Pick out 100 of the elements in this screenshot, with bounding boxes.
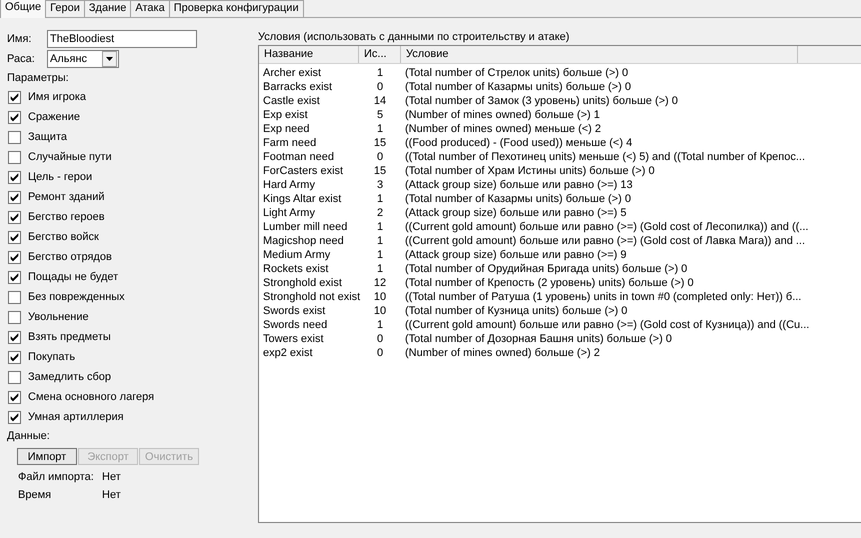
table-cell-text: Stronghold not exist (262, 290, 359, 304)
table-cell-text: 0 (376, 150, 384, 164)
checkbox-label[interactable]: Без поврежденных (28, 291, 125, 303)
table-cell-text: 0 (376, 332, 384, 346)
table-cell-text: 1 (376, 262, 384, 276)
table-cell-text: 1 (376, 248, 384, 262)
info-value: Нет (102, 489, 121, 501)
table-cell-text: Exp need (262, 122, 310, 136)
checkbox[interactable] (8, 230, 21, 244)
checkbox[interactable] (8, 330, 21, 344)
table-cell-text: (Total number of Стрелок units) больше (>) 0 (404, 66, 628, 80)
table-cell-text: 1 (376, 66, 384, 80)
table-cell-text: Hard Army (262, 178, 316, 192)
table-cell-text: 1 (376, 318, 384, 332)
table-cell-text: 1 (376, 234, 384, 248)
table-cell-text: (Attack group size) больше или равно (>=) 13 (404, 178, 633, 192)
checkbox[interactable] (8, 410, 21, 424)
tab[interactable]: Атака (130, 0, 170, 18)
column-header[interactable]: Условие (401, 46, 798, 63)
table-cell-text: Magicshop need (262, 234, 345, 248)
data-button[interactable]: Импорт (17, 448, 77, 465)
checkbox[interactable] (8, 350, 21, 364)
checkbox-label[interactable]: Случайные пути (28, 151, 112, 163)
tab[interactable]: Проверка конфигурации (168, 0, 304, 18)
table-cell-text: (Number of mines owned) больше (>) 2 (404, 346, 600, 360)
checkbox[interactable] (8, 290, 21, 304)
checkbox-label[interactable]: Пощады не будет (28, 271, 118, 283)
checkbox-label[interactable]: Ремонт зданий (28, 191, 105, 203)
table-cell-text: exp2 exist (262, 346, 314, 360)
table-cell-text: (Total number of Казармы units) больше (>) 0 (404, 80, 631, 94)
checkbox[interactable] (8, 210, 21, 224)
checkbox-label[interactable]: Умная артиллерия (28, 411, 124, 423)
table-cell-text: Archer exist (262, 66, 322, 80)
table-cell-text: ((Current gold amount) больше или равно (>=) (Gold cost of Кузница)) and ((Cu... (404, 318, 810, 332)
table-cell-text: 1 (376, 220, 384, 234)
column-header[interactable]: Название (259, 46, 359, 63)
table-cell-text: 2 (376, 206, 384, 220)
table-cell-text: ((Total number of Ратуша (1 уровень) units in town #0 (completed only: Нет)) б... (404, 290, 802, 304)
table-cell-text: 10 (372, 304, 388, 318)
checkbox-label[interactable]: Сражение (28, 111, 80, 123)
checkbox-label[interactable]: Покупать (28, 351, 76, 363)
table-cell-text: (Attack group size) больше или равно (>=) 9 (404, 248, 627, 262)
table-cell-text: (Total number of Замок (3 уровень) units) больше (>) 0 (404, 94, 678, 108)
checkbox[interactable] (8, 310, 21, 324)
checkbox[interactable] (8, 90, 21, 104)
checkbox[interactable] (8, 390, 21, 404)
checkbox-label[interactable]: Взять предметы (28, 331, 111, 343)
checkbox-label[interactable]: Цель - герои (28, 171, 92, 183)
race-dropdown[interactable]: Альянс (47, 50, 119, 68)
table-cell-text: 5 (376, 108, 384, 122)
conditions-title: Условия (использовать с данными по строительству и атаке) (258, 30, 570, 45)
checkbox[interactable] (8, 250, 21, 264)
checkbox[interactable] (8, 110, 21, 124)
table-cell-text: Swords need (262, 318, 328, 332)
checkbox[interactable] (8, 370, 21, 384)
checkbox-label[interactable]: Имя игрока (28, 91, 86, 103)
table-cell-text: 1 (376, 192, 384, 206)
tab[interactable]: Герои (45, 0, 85, 18)
checkbox-label[interactable]: Бегство отрядов (28, 251, 112, 263)
table-cell-text: (Attack group size) больше или равно (>=) 5 (404, 206, 627, 220)
tab[interactable]: Здание (84, 0, 132, 18)
checkbox-label[interactable]: Бегство войск (28, 231, 99, 243)
data-label: Данные: (7, 429, 51, 444)
table-cell-text: ((Current gold amount) больше или равно (>=) (Gold cost of Лавка Мага)) and ... (404, 234, 806, 248)
checkbox-label[interactable]: Замедлить сбор (28, 371, 112, 383)
name-field[interactable]: TheBloodiest (47, 30, 197, 48)
table-cell-text: (Total number of Храм Истины units) больше (>) 0 (404, 164, 655, 178)
table-cell-text: 0 (376, 80, 384, 94)
checkbox[interactable] (8, 190, 21, 204)
info-label: Время (18, 489, 52, 501)
table-cell-text: ((Food produced) - (Food used)) меньше (<) 4 (404, 136, 632, 150)
checkbox-label[interactable]: Увольнение (28, 311, 89, 323)
parameters-label: Параметры: (7, 71, 70, 86)
column-header[interactable]: Ис... (359, 46, 401, 63)
race-label: Раса: (7, 53, 36, 65)
table-cell-text: 14 (372, 94, 388, 108)
table-cell-text: Exp exist (262, 108, 309, 122)
table-cell-text: 12 (372, 276, 388, 290)
checkbox[interactable] (8, 150, 21, 164)
checkbox[interactable] (8, 130, 21, 144)
table-cell-text: Lumber mill need (262, 220, 348, 234)
table-cell-text: 15 (372, 164, 388, 178)
table-cell-text: 3 (376, 178, 384, 192)
checkbox-label[interactable]: Бегство героев (28, 211, 105, 223)
table-cell-text: 15 (372, 136, 388, 150)
table-cell-text: (Total number of Орудийная Бригада units) больше (>) 0 (404, 262, 688, 276)
tab[interactable]: Общие (0, 0, 46, 18)
table-cell-text: ((Total number of Пехотинец units) меньше (<) 5) and ((Total number of Крепос... (404, 150, 806, 164)
table-cell-text: Barracks exist (262, 80, 334, 94)
table-cell-text: (Total number of Крепость (2 уровень) units) больше (>) 0 (404, 276, 694, 290)
table-cell-text: (Total number of Кузница units) больше (>) 0 (404, 304, 628, 318)
table-cell-text: Medium Army (262, 248, 332, 262)
table-cell-text: Kings Altar exist (262, 192, 342, 206)
checkbox[interactable] (8, 270, 21, 284)
table-cell-text: Rockets exist (262, 262, 330, 276)
checkbox[interactable] (8, 170, 21, 184)
table-cell-text: 1 (376, 122, 384, 136)
table-cell-text: Footman need (262, 150, 335, 164)
checkbox-label[interactable]: Смена основного лагеря (28, 391, 154, 403)
checkbox-label[interactable]: Защита (28, 131, 67, 143)
